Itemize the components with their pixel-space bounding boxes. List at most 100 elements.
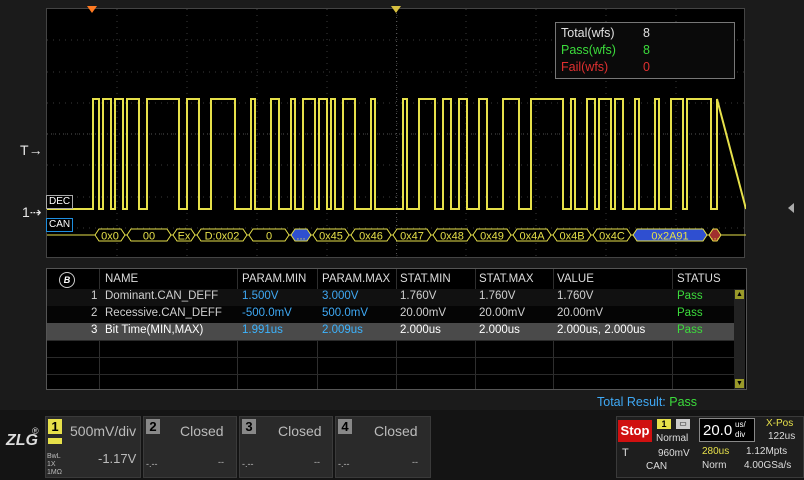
- xpos-value[interactable]: 122us: [768, 431, 795, 442]
- row-param-min: -500.0mV: [242, 307, 292, 319]
- measurement-table[interactable]: B NAME PARAM.MIN PARAM.MAX STAT.MIN STAT…: [46, 268, 747, 390]
- row-index: 3: [91, 324, 98, 336]
- center-marker: [391, 6, 401, 13]
- decode-frame: ...: [708, 228, 722, 243]
- decode-frame-label: 00: [143, 231, 155, 243]
- decode-frame: 0x46: [350, 228, 392, 243]
- decode-frame-label: 0x45: [319, 231, 343, 243]
- decode-frame: 0x0: [94, 228, 126, 243]
- ch4-panel[interactable]: 4 Closed -.-- --: [335, 416, 431, 478]
- table-row-selected[interactable]: 3 Bit Time(MIN,MAX) 1.991us 2.009us 2.00…: [47, 323, 735, 340]
- header-stat-max: STAT.MAX: [479, 273, 534, 285]
- ch4-offset: --: [412, 457, 418, 467]
- fail-value: 0: [643, 60, 650, 74]
- row-stat-max: 20.00mV: [479, 307, 526, 319]
- decode-frame: Ex: [172, 228, 196, 243]
- row-value: 2.000us, 2.000us: [557, 324, 646, 336]
- decode-frame-label: 0x48: [440, 231, 464, 243]
- trigger-delay[interactable]: 280us: [702, 446, 729, 457]
- total-label: Total(wfs): [561, 26, 615, 40]
- trigger-protocol: CAN: [646, 461, 668, 472]
- decode-bus: 0x0 00 Ex D:0x02 0... 0x45 0x46 0x47 0x48 0x49 0x4…: [47, 228, 746, 243]
- ch2-offset: --: [218, 457, 224, 467]
- row-stat-min: 2.000us: [400, 324, 441, 336]
- decode-frame-label: ...: [710, 231, 719, 243]
- row-name: Recessive.CAN_DEFF: [105, 307, 222, 319]
- ch4-scale: -.--: [338, 459, 350, 469]
- acquisition-mode[interactable]: Norm: [702, 460, 726, 471]
- header-param-max: PARAM.MAX: [322, 273, 391, 285]
- ch3-scale: -.--: [242, 459, 254, 469]
- decode-frame-label: ...: [296, 231, 305, 243]
- decode-frame-label: 0x2A91: [651, 231, 688, 243]
- decode-frame-label: 0x0: [101, 231, 119, 243]
- row-value: 1.760V: [557, 290, 594, 302]
- ch1-offset[interactable]: -1.17V: [98, 451, 136, 466]
- decode-frame-label: Ex: [178, 231, 191, 243]
- ch4-number: 4: [338, 419, 352, 434]
- timebase-value: 20.0: [703, 422, 733, 439]
- ch2-panel[interactable]: 2 Closed -.-- --: [143, 416, 237, 478]
- ch3-panel[interactable]: 3 Closed -.-- --: [239, 416, 333, 478]
- row-param-max: 500.0mV: [322, 307, 369, 319]
- trigger-edge-icon: ▭: [676, 419, 690, 429]
- row-stat-min: 20.00mV: [400, 307, 447, 319]
- row-name: Bit Time(MIN,MAX): [105, 324, 204, 336]
- decode-frame: 0x45: [312, 228, 350, 243]
- decode-frame-label: 0x4B: [559, 231, 584, 243]
- trigger-mode[interactable]: Normal: [656, 433, 688, 444]
- decode-frame: 0: [248, 228, 290, 243]
- trigger-position-marker[interactable]: [87, 6, 97, 13]
- table-row[interactable]: 2 Recessive.CAN_DEFF -500.0mV 500.0mV 20…: [47, 306, 735, 323]
- decode-frame: 0x48: [432, 228, 472, 243]
- ch1-coupling-icon: [48, 438, 62, 444]
- registered-icon: ®: [32, 426, 39, 436]
- fail-label: Fail(wfs): [561, 60, 609, 74]
- trigger-level-marker[interactable]: T→: [20, 142, 43, 158]
- pass-label: Pass(wfs): [561, 43, 616, 57]
- table-row[interactable]: 1 Dominant.CAN_DEFF 1.500V 3.000V 1.760V…: [47, 289, 735, 306]
- can-label: CAN: [46, 218, 74, 232]
- row-stat-max: 2.000us: [479, 324, 520, 336]
- table-scrollbar[interactable]: ▲ ▼: [734, 289, 745, 389]
- trigger-type: T: [622, 447, 629, 459]
- header-param-min: PARAM.MIN: [242, 273, 307, 285]
- ch1-ground-marker[interactable]: 1⇢: [22, 204, 42, 221]
- row-param-max: 3.000V: [322, 290, 359, 302]
- row-stat-min: 1.760V: [400, 290, 437, 302]
- ch1-number: 1: [48, 419, 62, 434]
- decode-frame-label: 0x46: [359, 231, 383, 243]
- total-result: Total Result: Pass: [597, 395, 697, 409]
- memory-depth: 1.12Mpts: [746, 446, 788, 457]
- decode-frame-label: 0x4A: [519, 231, 545, 243]
- decode-frame-label: D:0x02: [205, 231, 240, 243]
- bus-b-icon: B: [59, 272, 75, 288]
- pass-value: 8: [643, 43, 650, 57]
- row-status: Pass: [677, 324, 703, 336]
- trigger-level[interactable]: 960mV: [658, 448, 690, 459]
- run-stop-button[interactable]: Stop: [618, 420, 652, 442]
- timebase-unit-bottom: div: [735, 430, 746, 439]
- header-value: VALUE: [557, 273, 594, 285]
- decode-frame: ...: [290, 228, 312, 243]
- ch4-state: Closed: [374, 423, 418, 439]
- row-param-min: 1.500V: [242, 290, 279, 302]
- ch1-scale[interactable]: 500mV/div: [70, 423, 136, 439]
- total-result-label: Total Result:: [597, 395, 666, 409]
- ch3-state: Closed: [278, 423, 322, 439]
- row-index: 1: [91, 290, 98, 302]
- decode-frame-label: 0x47: [400, 231, 424, 243]
- timebase-box[interactable]: 20.0 us/ div: [699, 418, 755, 442]
- header-stat-min: STAT.MIN: [400, 273, 451, 285]
- right-scroll-icon[interactable]: [788, 203, 794, 213]
- scroll-down-icon[interactable]: ▼: [735, 379, 744, 388]
- decode-frame: D:0x02: [196, 228, 248, 243]
- row-index: 2: [91, 307, 98, 319]
- scroll-up-icon[interactable]: ▲: [735, 290, 744, 299]
- ch1-panel[interactable]: 1 BwL 1X 1MΩ 500mV/div -1.17V: [45, 416, 141, 478]
- row-status: Pass: [677, 307, 703, 319]
- row-param-min: 1.991us: [242, 324, 283, 336]
- trigger-source[interactable]: 1: [657, 419, 671, 429]
- decode-frame: 0x4C: [592, 228, 632, 243]
- decode-frame: 0x2A91: [632, 228, 708, 243]
